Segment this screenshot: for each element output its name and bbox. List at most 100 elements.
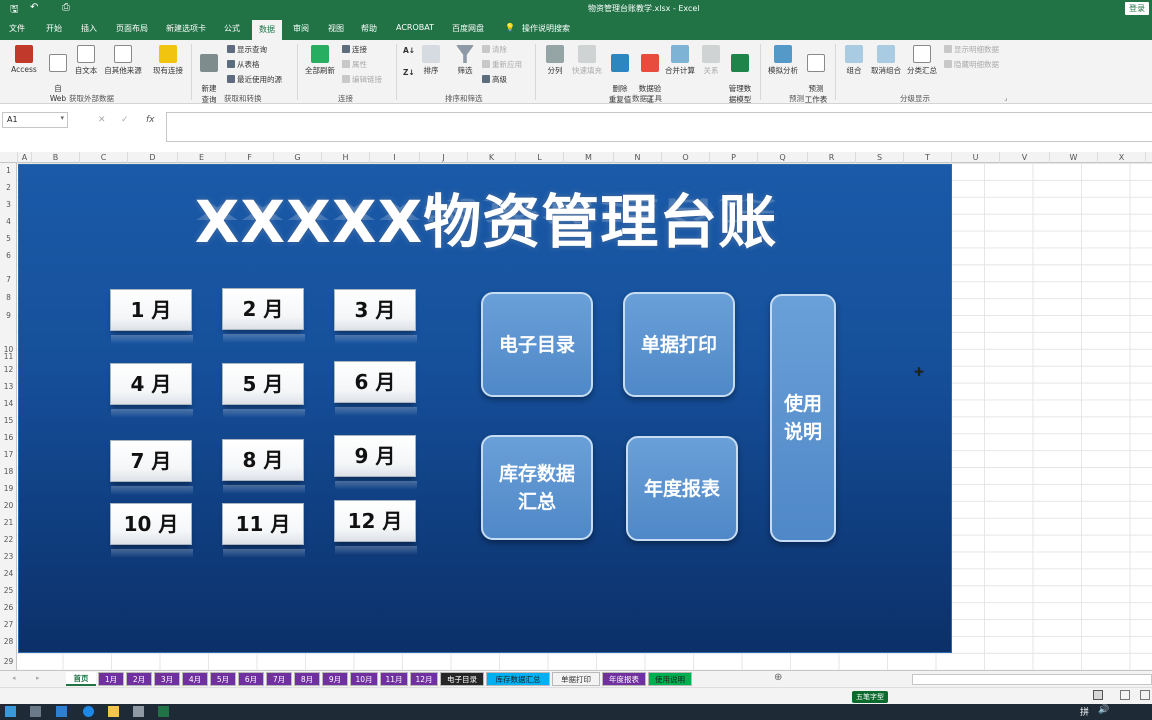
row-header[interactable]: 11	[0, 352, 17, 361]
show-detail-button[interactable]: 显示明细数据	[944, 44, 999, 55]
column-header[interactable]: O	[662, 152, 710, 163]
column-header[interactable]: K	[468, 152, 516, 163]
text-to-columns-button[interactable]: 分列	[543, 45, 567, 76]
undo-icon[interactable]: ↶	[30, 2, 38, 13]
ungroup-button[interactable]: 取消组合	[868, 45, 904, 76]
row-header[interactable]: 29	[0, 657, 17, 666]
row-header[interactable]: 25	[0, 586, 17, 595]
sheet-tab[interactable]: 3月	[154, 672, 180, 686]
inventory-summary-button[interactable]: 库存数据 汇总	[481, 435, 593, 540]
sheet-tab[interactable]: 5月	[210, 672, 236, 686]
app-icon[interactable]	[133, 706, 144, 717]
ime-indicator[interactable]: 五笔字型	[852, 691, 888, 703]
sheet-tab[interactable]: 电子目录	[440, 672, 484, 686]
tab-review[interactable]: 审阅	[293, 23, 309, 34]
dialog-launcher-icon[interactable]: ⌟	[1004, 93, 1008, 102]
catalog-button[interactable]: 电子目录	[481, 292, 593, 397]
excel-taskbar-icon[interactable]	[158, 706, 169, 717]
column-header[interactable]: W	[1050, 152, 1098, 163]
from-other-sources-button[interactable]: 自其他来源	[102, 45, 144, 76]
column-header[interactable]: F	[226, 152, 274, 163]
column-header[interactable]: J	[420, 152, 468, 163]
sheet-tab[interactable]: 单据打印	[552, 672, 600, 686]
column-header[interactable]: X	[1098, 152, 1146, 163]
sheet-tab[interactable]: 8月	[294, 672, 320, 686]
ime-lang-indicator[interactable]: 拼	[1080, 705, 1089, 718]
month-button-3[interactable]: 3 月	[334, 289, 417, 344]
tell-me-search[interactable]: 操作说明搜索	[522, 23, 570, 34]
enter-icon[interactable]: ✓	[121, 115, 129, 125]
tab-data[interactable]: 数据	[252, 20, 282, 40]
column-header[interactable]: A	[18, 152, 32, 163]
row-header[interactable]: 21	[0, 518, 17, 527]
access-button[interactable]: Access	[5, 45, 43, 74]
sheet-tab[interactable]: 库存数据汇总	[486, 672, 550, 686]
recent-sources-button[interactable]: 最近使用的源	[227, 74, 282, 85]
remove-duplicates-button[interactable]: 删除 重复值	[606, 45, 634, 105]
app-icon[interactable]	[56, 706, 67, 717]
row-header[interactable]: 1	[0, 166, 17, 175]
sheet-tab[interactable]: 1月	[98, 672, 124, 686]
tab-formulas[interactable]: 公式	[224, 23, 240, 34]
data-model-button[interactable]: 管理数 据模型	[725, 45, 755, 105]
existing-connections-button[interactable]: 现有连接	[150, 45, 186, 76]
tab-help[interactable]: 帮助	[361, 23, 377, 34]
tab-acrobat[interactable]: ACROBAT	[396, 23, 434, 32]
page-layout-view-icon[interactable]	[1120, 690, 1130, 700]
column-header[interactable]: M	[564, 152, 614, 163]
windows-start-icon[interactable]	[5, 706, 16, 717]
sort-button[interactable]: 排序	[420, 45, 442, 76]
name-box[interactable]: A1 ▾	[2, 112, 68, 128]
row-header[interactable]: 2	[0, 183, 17, 192]
tab-baidu[interactable]: 百度网盘	[452, 23, 484, 34]
column-header[interactable]: R	[808, 152, 856, 163]
tab-view[interactable]: 视图	[328, 23, 344, 34]
tab-home[interactable]: 开始	[46, 23, 62, 34]
formula-input[interactable]	[166, 112, 1152, 142]
sort-az-icon[interactable]: A↓	[403, 46, 415, 55]
column-header[interactable]: T	[904, 152, 952, 163]
month-button-9[interactable]: 9 月	[334, 435, 417, 490]
connections-button[interactable]: 连接	[342, 44, 367, 55]
sheet-tab[interactable]: 使用说明	[648, 672, 692, 686]
sheet-tab[interactable]: 7月	[266, 672, 292, 686]
column-header[interactable]: L	[516, 152, 564, 163]
tab-insert[interactable]: 插入	[81, 23, 97, 34]
row-header[interactable]: 17	[0, 450, 17, 459]
month-button-10[interactable]: 10 月	[110, 503, 193, 558]
column-header[interactable]: S	[856, 152, 904, 163]
from-table-button[interactable]: 从表格	[227, 59, 260, 70]
row-header[interactable]: 5	[0, 234, 17, 243]
row-header[interactable]: 15	[0, 416, 17, 425]
column-header[interactable]: B	[32, 152, 80, 163]
row-header[interactable]: 18	[0, 467, 17, 476]
save-icon[interactable]: 🖫	[10, 2, 19, 19]
sheet-tab[interactable]: 2月	[126, 672, 152, 686]
page-break-view-icon[interactable]	[1140, 690, 1150, 700]
sheet-tab[interactable]: 11月	[380, 672, 408, 686]
hide-detail-button[interactable]: 隐藏明细数据	[944, 59, 999, 70]
refresh-all-button[interactable]: 全部刷新	[302, 45, 338, 76]
month-button-5[interactable]: 5 月	[222, 363, 305, 418]
month-button-6[interactable]: 6 月	[334, 361, 417, 416]
row-header[interactable]: 19	[0, 484, 17, 493]
advanced-button[interactable]: 高级	[482, 74, 507, 85]
row-header[interactable]: 13	[0, 382, 17, 391]
month-button-11[interactable]: 11 月	[222, 503, 305, 558]
column-header[interactable]: D	[128, 152, 178, 163]
volume-icon[interactable]: 🔊	[1098, 705, 1109, 715]
sheet-tab[interactable]: 4月	[182, 672, 208, 686]
row-header[interactable]: 23	[0, 552, 17, 561]
row-header[interactable]: 9	[0, 311, 17, 320]
properties-button[interactable]: 属性	[342, 59, 367, 70]
column-header[interactable]: N	[614, 152, 662, 163]
row-header[interactable]: 6	[0, 251, 17, 260]
sheet-tab[interactable]: 6月	[238, 672, 264, 686]
scroll-right-icon[interactable]: ▸	[36, 674, 40, 682]
column-header[interactable]: P	[710, 152, 758, 163]
column-header[interactable]: U	[952, 152, 1000, 163]
month-button-4[interactable]: 4 月	[110, 363, 193, 418]
sort-za-icon[interactable]: Z↓	[403, 68, 415, 77]
sheet-tab[interactable]: 首页	[66, 672, 96, 686]
row-header[interactable]: 7	[0, 275, 17, 284]
